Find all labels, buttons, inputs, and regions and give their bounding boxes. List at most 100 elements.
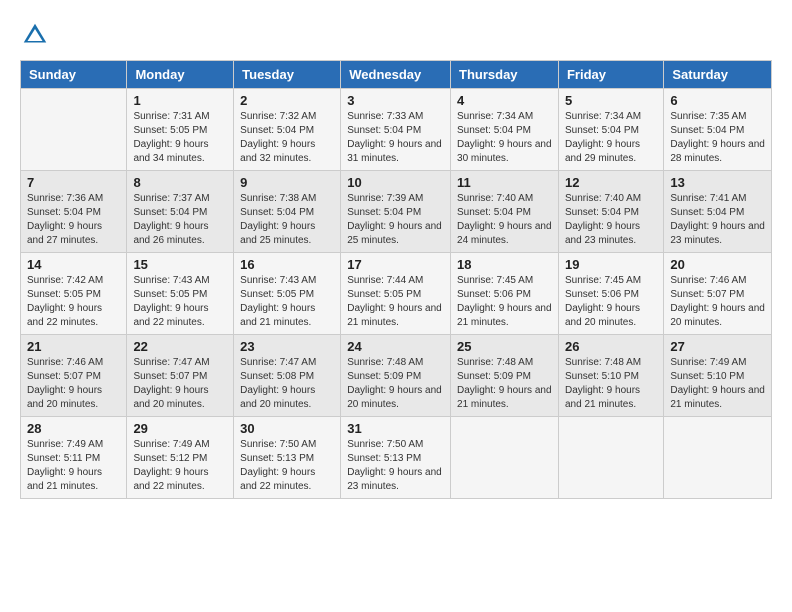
weekday-header: Friday	[558, 61, 663, 89]
calendar-cell: 16 Sunrise: 7:43 AM Sunset: 5:05 PM Dayli…	[234, 253, 341, 335]
calendar-cell: 20 Sunrise: 7:46 AM Sunset: 5:07 PM Dayli…	[664, 253, 772, 335]
day-number: 21	[27, 339, 120, 354]
day-number: 23	[240, 339, 334, 354]
calendar-cell: 30 Sunrise: 7:50 AM Sunset: 5:13 PM Dayli…	[234, 417, 341, 499]
calendar-cell	[558, 417, 663, 499]
day-info: Sunrise: 7:48 AM Sunset: 5:09 PM Dayligh…	[347, 356, 444, 412]
day-info: Sunrise: 7:44 AM Sunset: 5:05 PM Dayligh…	[347, 274, 444, 330]
day-number: 5	[565, 93, 657, 108]
calendar-cell: 6 Sunrise: 7:35 AM Sunset: 5:04 PM Daylig…	[664, 89, 772, 171]
calendar-cell: 15 Sunrise: 7:43 AM Sunset: 5:05 PM Dayli…	[127, 253, 234, 335]
day-info: Sunrise: 7:40 AM Sunset: 5:04 PM Dayligh…	[565, 192, 657, 248]
day-number: 12	[565, 175, 657, 190]
day-number: 31	[347, 421, 444, 436]
logo-icon	[20, 20, 50, 50]
day-info: Sunrise: 7:39 AM Sunset: 5:04 PM Dayligh…	[347, 192, 444, 248]
calendar-week-row: 1 Sunrise: 7:31 AM Sunset: 5:05 PM Daylig…	[21, 89, 772, 171]
day-number: 1	[133, 93, 227, 108]
calendar-week-row: 21Sunrise: 7:46 AM Sunset: 5:07 PM Dayli…	[21, 335, 772, 417]
calendar-week-row: 28Sunrise: 7:49 AM Sunset: 5:11 PM Dayli…	[21, 417, 772, 499]
calendar-cell	[664, 417, 772, 499]
calendar-cell: 19 Sunrise: 7:45 AM Sunset: 5:06 PM Dayli…	[558, 253, 663, 335]
calendar-cell: 22 Sunrise: 7:47 AM Sunset: 5:07 PM Dayli…	[127, 335, 234, 417]
day-number: 9	[240, 175, 334, 190]
day-info: Sunrise: 7:41 AM Sunset: 5:04 PM Dayligh…	[670, 192, 765, 248]
calendar-cell: 29 Sunrise: 7:49 AM Sunset: 5:12 PM Dayli…	[127, 417, 234, 499]
calendar-cell: 28Sunrise: 7:49 AM Sunset: 5:11 PM Dayli…	[21, 417, 127, 499]
calendar-cell: 17 Sunrise: 7:44 AM Sunset: 5:05 PM Dayli…	[341, 253, 451, 335]
page-header	[20, 20, 772, 50]
calendar-cell: 11Sunrise: 7:40 AM Sunset: 5:04 PM Dayli…	[451, 171, 559, 253]
calendar-cell: 23 Sunrise: 7:47 AM Sunset: 5:08 PM Dayli…	[234, 335, 341, 417]
header-row: SundayMondayTuesdayWednesdayThursdayFrid…	[21, 61, 772, 89]
calendar-cell: 31 Sunrise: 7:50 AM Sunset: 5:13 PM Dayli…	[341, 417, 451, 499]
day-number: 4	[457, 93, 552, 108]
day-info: Sunrise: 7:43 AM Sunset: 5:05 PM Dayligh…	[133, 274, 227, 330]
day-info: Sunrise: 7:49 AM Sunset: 5:10 PM Dayligh…	[670, 356, 765, 412]
day-info: Sunrise: 7:45 AM Sunset: 5:06 PM Dayligh…	[457, 274, 552, 330]
day-info: Sunrise: 7:48 AM Sunset: 5:10 PM Dayligh…	[565, 356, 657, 412]
calendar-table: SundayMondayTuesdayWednesdayThursdayFrid…	[20, 60, 772, 499]
calendar-cell: 4 Sunrise: 7:34 AM Sunset: 5:04 PM Daylig…	[451, 89, 559, 171]
day-info: Sunrise: 7:40 AM Sunset: 5:04 PM Dayligh…	[457, 192, 552, 248]
calendar-cell: 1 Sunrise: 7:31 AM Sunset: 5:05 PM Daylig…	[127, 89, 234, 171]
weekday-header: Sunday	[21, 61, 127, 89]
calendar-cell: 13Sunrise: 7:41 AM Sunset: 5:04 PM Dayli…	[664, 171, 772, 253]
day-info: Sunrise: 7:35 AM Sunset: 5:04 PM Dayligh…	[670, 110, 765, 166]
day-info: Sunrise: 7:46 AM Sunset: 5:07 PM Dayligh…	[670, 274, 765, 330]
calendar-cell: 27 Sunrise: 7:49 AM Sunset: 5:10 PM Dayli…	[664, 335, 772, 417]
calendar-cell: 9Sunrise: 7:38 AM Sunset: 5:04 PM Daylig…	[234, 171, 341, 253]
calendar-cell	[451, 417, 559, 499]
day-number: 22	[133, 339, 227, 354]
day-number: 25	[457, 339, 552, 354]
weekday-header: Monday	[127, 61, 234, 89]
day-info: Sunrise: 7:42 AM Sunset: 5:05 PM Dayligh…	[27, 274, 120, 330]
day-number: 2	[240, 93, 334, 108]
day-info: Sunrise: 7:31 AM Sunset: 5:05 PM Dayligh…	[133, 110, 227, 166]
calendar-cell: 2Sunrise: 7:32 AM Sunset: 5:04 PM Daylig…	[234, 89, 341, 171]
day-number: 27	[670, 339, 765, 354]
day-number: 20	[670, 257, 765, 272]
day-info: Sunrise: 7:43 AM Sunset: 5:05 PM Dayligh…	[240, 274, 334, 330]
day-info: Sunrise: 7:34 AM Sunset: 5:04 PM Dayligh…	[565, 110, 657, 166]
calendar-cell: 12 Sunrise: 7:40 AM Sunset: 5:04 PM Dayli…	[558, 171, 663, 253]
day-info: Sunrise: 7:34 AM Sunset: 5:04 PM Dayligh…	[457, 110, 552, 166]
day-number: 19	[565, 257, 657, 272]
day-info: Sunrise: 7:47 AM Sunset: 5:07 PM Dayligh…	[133, 356, 227, 412]
day-info: Sunrise: 7:50 AM Sunset: 5:13 PM Dayligh…	[347, 438, 444, 494]
day-info: Sunrise: 7:37 AM Sunset: 5:04 PM Dayligh…	[133, 192, 227, 248]
calendar-cell: 14 Sunrise: 7:42 AM Sunset: 5:05 PM Dayli…	[21, 253, 127, 335]
day-info: Sunrise: 7:50 AM Sunset: 5:13 PM Dayligh…	[240, 438, 334, 494]
day-number: 6	[670, 93, 765, 108]
day-number: 3	[347, 93, 444, 108]
day-number: 24	[347, 339, 444, 354]
calendar-cell	[21, 89, 127, 171]
day-info: Sunrise: 7:45 AM Sunset: 5:06 PM Dayligh…	[565, 274, 657, 330]
calendar-cell: 18 Sunrise: 7:45 AM Sunset: 5:06 PM Dayli…	[451, 253, 559, 335]
day-number: 8	[133, 175, 227, 190]
day-number: 17	[347, 257, 444, 272]
logo	[20, 20, 54, 50]
day-info: Sunrise: 7:49 AM Sunset: 5:12 PM Dayligh…	[133, 438, 227, 494]
day-number: 18	[457, 257, 552, 272]
calendar-cell: 26 Sunrise: 7:48 AM Sunset: 5:10 PM Dayli…	[558, 335, 663, 417]
calendar-cell: 25 Sunrise: 7:48 AM Sunset: 5:09 PM Dayli…	[451, 335, 559, 417]
day-info: Sunrise: 7:48 AM Sunset: 5:09 PM Dayligh…	[457, 356, 552, 412]
day-number: 7	[27, 175, 120, 190]
day-number: 16	[240, 257, 334, 272]
day-number: 30	[240, 421, 334, 436]
day-number: 28	[27, 421, 120, 436]
day-number: 15	[133, 257, 227, 272]
calendar-cell: 7 Sunrise: 7:36 AM Sunset: 5:04 PM Daylig…	[21, 171, 127, 253]
weekday-header: Thursday	[451, 61, 559, 89]
day-number: 29	[133, 421, 227, 436]
day-number: 10	[347, 175, 444, 190]
day-info: Sunrise: 7:47 AM Sunset: 5:08 PM Dayligh…	[240, 356, 334, 412]
day-number: 14	[27, 257, 120, 272]
calendar-cell: 5 Sunrise: 7:34 AM Sunset: 5:04 PM Daylig…	[558, 89, 663, 171]
weekday-header: Tuesday	[234, 61, 341, 89]
calendar-cell: 3Sunrise: 7:33 AM Sunset: 5:04 PM Daylig…	[341, 89, 451, 171]
day-info: Sunrise: 7:36 AM Sunset: 5:04 PM Dayligh…	[27, 192, 120, 248]
day-number: 26	[565, 339, 657, 354]
calendar-week-row: 7 Sunrise: 7:36 AM Sunset: 5:04 PM Daylig…	[21, 171, 772, 253]
